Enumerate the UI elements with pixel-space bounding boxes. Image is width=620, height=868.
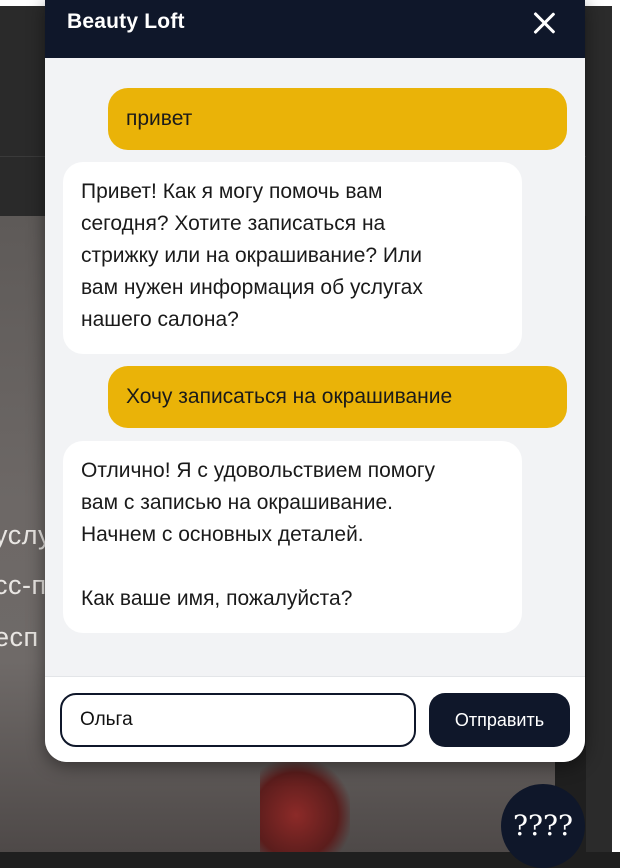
bot-message: Отлично! Я с удовольствием помогу вам с … xyxy=(63,441,522,633)
send-button[interactable]: Отправить xyxy=(429,693,570,747)
user-message: привет xyxy=(108,88,567,150)
background-text-line: сс-п xyxy=(0,570,47,600)
chat-widget: Beauty Loft привет Привет! Как я могу по… xyxy=(45,0,585,762)
chat-launcher-button[interactable]: ???? xyxy=(501,784,585,868)
user-message: Хочу записаться на окрашивание xyxy=(108,366,567,428)
message-input[interactable] xyxy=(60,693,416,747)
chat-header: Beauty Loft xyxy=(45,0,585,58)
background-edge xyxy=(612,0,620,852)
message-list: привет Привет! Как я могу помочь вам сег… xyxy=(45,58,585,676)
bot-message: Привет! Как я могу помочь вам сегодня? Х… xyxy=(63,162,522,354)
input-area: Отправить xyxy=(45,677,585,762)
background-hand-image xyxy=(260,760,350,852)
close-icon[interactable] xyxy=(529,8,559,38)
chat-title: Beauty Loft xyxy=(67,10,185,33)
background-text-line: есп xyxy=(0,622,39,652)
